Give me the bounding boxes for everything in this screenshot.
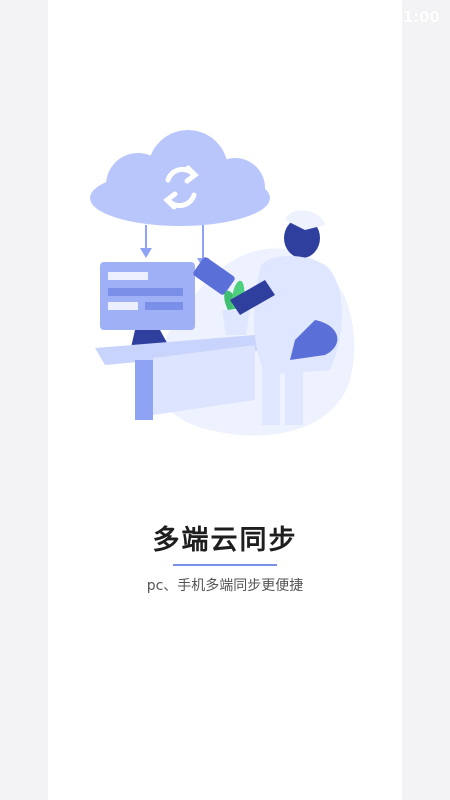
cloud-sync-illustration	[90, 130, 355, 436]
cloud-icon	[90, 130, 270, 226]
status-time: 1:00	[402, 8, 440, 26]
arrow-down-icon	[140, 225, 209, 268]
page-title: 多端云同步	[152, 525, 298, 556]
page-subtitle: pc、手机多端同步更便捷	[146, 578, 304, 594]
title-divider	[173, 564, 277, 566]
